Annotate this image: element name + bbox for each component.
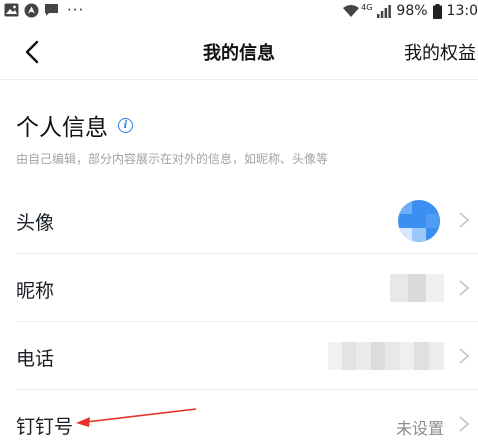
phone-value-blurred [328,342,444,370]
clock: 13:0 [446,3,478,19]
chevron-right-icon [459,212,470,228]
navigation-icon [24,3,39,17]
wifi-icon [343,5,360,17]
system-indicators: 4G 98% 13:0 [342,0,478,22]
avatar-row[interactable]: 头像 [16,186,478,254]
row-label-phone: 电话 [16,348,55,370]
section-header: 个人信息 i [16,108,133,142]
dingtalk-id-value: 未设置 [395,419,444,438]
nickname-row[interactable]: 昵称 [16,254,478,322]
annotation-arrow-icon [76,408,197,427]
signal-icon [377,5,392,18]
row-label-avatar: 头像 [16,212,55,234]
status-bar: ··· 4G 98% 13:0 [0,0,478,22]
battery-icon [432,3,442,19]
row-label-dingtalk-id: 钉钉号 [16,416,74,438]
avatar [398,200,440,242]
section-description: 由自己编辑，部分内容展示在对外的信息，如昵称、头像等 [16,152,329,166]
row-label-nickname: 昵称 [16,280,55,302]
nickname-value-blurred [390,274,444,302]
battery-percentage: 98% [396,3,428,19]
section-title: 个人信息 [16,115,108,141]
phone-row[interactable]: 电话 [16,322,478,390]
my-benefits-link[interactable]: 我的权益 [404,39,476,65]
chevron-right-icon [459,416,470,432]
message-icon [45,4,58,16]
network-type-label: 4G [361,2,373,12]
notification-icons: ··· [4,1,84,19]
navigation-bar: 我的信息 我的权益 [0,24,478,80]
gallery-icon [4,3,19,17]
chevron-right-icon [459,348,470,364]
more-notifications-icon: ··· [67,1,85,19]
chevron-right-icon [459,280,470,296]
info-icon[interactable]: i [118,117,133,133]
